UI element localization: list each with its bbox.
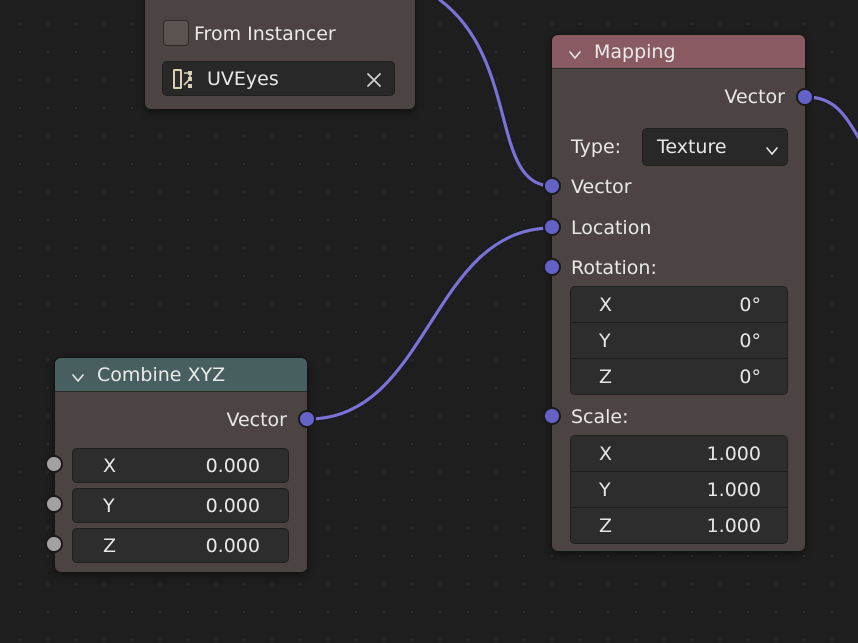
- from-instancer-label: From Instancer: [194, 23, 336, 45]
- combine-z-socket[interactable]: [45, 535, 63, 553]
- rotation-y-field[interactable]: Y 0°: [571, 323, 787, 359]
- combine-y-field[interactable]: Y 0.000: [72, 488, 289, 523]
- texture-coordinate-node[interactable]: From Instancer UVEyes: [145, 0, 415, 109]
- field-value: 0°: [739, 365, 761, 388]
- axis-label: X: [599, 442, 613, 465]
- mapping-location-socket[interactable]: [543, 218, 561, 236]
- rotation-fields: X 0° Y 0° Z 0°: [570, 286, 788, 395]
- chevron-down-icon: [765, 141, 779, 156]
- scale-x-field[interactable]: X 1.000: [571, 436, 787, 472]
- axis-label: Y: [599, 478, 611, 501]
- from-instancer-checkbox[interactable]: [163, 20, 189, 46]
- combine-xyz-node[interactable]: Combine XYZ Vector X 0.000 Y 0.000 Z 0.0…: [55, 358, 307, 572]
- uv-map-field[interactable]: UVEyes: [162, 61, 395, 96]
- mapping-output-vector-socket[interactable]: [796, 88, 814, 106]
- axis-label: X: [103, 454, 117, 477]
- uv-map-value: UVEyes: [207, 67, 279, 90]
- combine-output-vector-label: Vector: [226, 409, 287, 431]
- combine-x-socket[interactable]: [45, 455, 63, 473]
- mapping-rotation-socket[interactable]: [543, 258, 561, 276]
- mapping-type-dropdown[interactable]: Texture: [642, 128, 788, 166]
- rotation-x-field[interactable]: X 0°: [571, 287, 787, 323]
- mapping-node[interactable]: Mapping Vector Type: Texture Vector Loca…: [552, 35, 805, 551]
- mapping-type-label: Type:: [571, 136, 622, 158]
- field-value: 1.000: [706, 478, 761, 501]
- mapping-node-title: Mapping: [594, 40, 676, 63]
- mapping-location-label: Location: [571, 217, 652, 239]
- link-mapping-output: [803, 94, 858, 143]
- scale-z-field[interactable]: Z 1.000: [571, 508, 787, 543]
- scale-y-field[interactable]: Y 1.000: [571, 472, 787, 508]
- mapping-scale-label: Scale:: [571, 406, 629, 428]
- close-icon[interactable]: [366, 71, 382, 87]
- axis-label: Z: [599, 365, 613, 388]
- axis-label: X: [599, 293, 613, 316]
- axis-label: Y: [103, 494, 115, 517]
- combine-z-field[interactable]: Z 0.000: [72, 528, 289, 563]
- field-value: 0.000: [205, 494, 260, 517]
- field-value: 1.000: [706, 442, 761, 465]
- combine-x-field[interactable]: X 0.000: [72, 448, 289, 483]
- mapping-input-vector-socket[interactable]: [543, 177, 561, 195]
- axis-label: Y: [599, 329, 611, 352]
- axis-label: Z: [599, 514, 613, 537]
- field-value: 0.000: [205, 534, 260, 557]
- uv-map-icon: [171, 67, 195, 91]
- combine-node-title: Combine XYZ: [97, 363, 226, 386]
- scale-fields: X 1.000 Y 1.000 Z 1.000: [570, 435, 788, 544]
- combine-y-socket[interactable]: [45, 495, 63, 513]
- rotation-z-field[interactable]: Z 0°: [571, 359, 787, 394]
- combine-output-vector-socket[interactable]: [298, 410, 316, 428]
- mapping-input-vector-label: Vector: [571, 176, 632, 198]
- mapping-rotation-label: Rotation:: [571, 257, 657, 279]
- field-value: 0°: [739, 293, 761, 316]
- field-value: 0.000: [205, 454, 260, 477]
- mapping-type-value: Texture: [657, 136, 727, 158]
- mapping-scale-socket[interactable]: [543, 407, 561, 425]
- link-texture-to-mapping-vector: [437, 0, 555, 189]
- mapping-output-vector-label: Vector: [724, 86, 785, 108]
- chevron-down-icon[interactable]: [71, 368, 85, 382]
- mapping-node-header[interactable]: Mapping: [552, 35, 805, 69]
- field-value: 0°: [739, 329, 761, 352]
- link-combine-to-location: [305, 225, 555, 422]
- combine-node-header[interactable]: Combine XYZ: [55, 358, 307, 392]
- axis-label: Z: [103, 534, 117, 557]
- chevron-down-icon[interactable]: [568, 45, 582, 59]
- field-value: 1.000: [706, 514, 761, 537]
